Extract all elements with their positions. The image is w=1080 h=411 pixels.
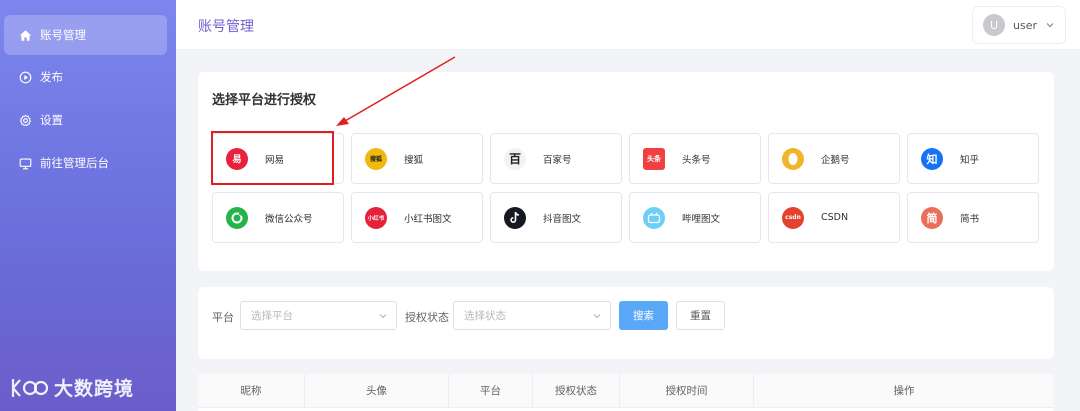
platform-xiaohongshu[interactable]: 小红书 小红书图文 xyxy=(351,192,483,243)
platform-csdn[interactable]: csdn CSDN xyxy=(768,192,900,243)
platform-select[interactable]: 选择平台 xyxy=(240,301,397,330)
sidebar-item-label: 发布 xyxy=(40,70,63,84)
sidebar-item-account-management[interactable]: 账号管理 xyxy=(4,15,167,55)
platform-douyin[interactable]: 抖音图文 xyxy=(490,192,622,243)
column-header-auth-status: 授权状态 xyxy=(533,374,620,407)
platform-label: 小红书图文 xyxy=(404,213,452,225)
column-header-auth-time: 授权时间 xyxy=(620,374,754,407)
sidebar: 账号管理 发布 设置 前往管理后台 大数跨境 xyxy=(0,0,176,411)
sidebar-item-settings[interactable]: 设置 xyxy=(4,100,167,140)
header: 账号管理 U user xyxy=(176,0,1080,50)
chevron-down-icon xyxy=(379,314,387,319)
gear-icon xyxy=(18,113,32,127)
home-icon xyxy=(18,28,32,42)
platform-label: 微信公众号 xyxy=(265,213,313,225)
platform-label: 网易 xyxy=(265,154,285,166)
platform-sohu[interactable]: 搜狐 搜狐 xyxy=(351,133,483,184)
platform-jianshu[interactable]: 简 简书 xyxy=(907,192,1039,243)
platform-qiehao[interactable]: 企鹅号 xyxy=(768,133,900,184)
platform-wechat-mp[interactable]: 微信公众号 xyxy=(212,192,344,243)
platform-label: 百家号 xyxy=(543,154,572,166)
platform-label: 搜狐 xyxy=(404,154,424,166)
chevron-down-icon xyxy=(1046,23,1054,28)
column-header-platform: 平台 xyxy=(449,374,533,407)
column-header-actions: 操作 xyxy=(754,374,1054,407)
sidebar-item-label: 账号管理 xyxy=(40,28,86,42)
netease-icon: 易 xyxy=(226,147,248,170)
platform-label: 简书 xyxy=(960,213,980,225)
avatar: U xyxy=(983,14,1005,36)
platform-toutiao[interactable]: 头条 头条号 xyxy=(629,133,761,184)
sidebar-item-admin[interactable]: 前往管理后台 xyxy=(4,143,167,183)
page-title: 账号管理 xyxy=(198,19,254,35)
zhihu-icon: 知 xyxy=(921,147,943,170)
platform-netease[interactable]: 易 网易 xyxy=(212,133,344,184)
chevron-down-icon xyxy=(593,314,601,319)
platform-label: 哔哩图文 xyxy=(682,213,721,225)
penguin-icon xyxy=(782,147,804,170)
platform-label: 企鹅号 xyxy=(821,154,850,166)
search-button[interactable]: 搜索 xyxy=(619,301,668,330)
toutiao-icon: 头条 xyxy=(643,147,665,170)
wechat-mp-icon xyxy=(226,206,248,229)
user-menu[interactable]: U user xyxy=(972,6,1066,44)
sidebar-item-label: 设置 xyxy=(40,113,63,127)
platform-selection-card: 选择平台进行授权 易 网易 搜狐 搜狐 百 百家号 头条 头条号 企鹅号 知 知… xyxy=(198,72,1054,271)
platform-bilibili[interactable]: 哔哩图文 xyxy=(629,192,761,243)
baijiahao-icon: 百 xyxy=(504,147,526,170)
jianshu-icon: 简 xyxy=(921,206,943,229)
play-circle-icon xyxy=(18,70,32,84)
reset-button[interactable]: 重置 xyxy=(676,301,725,330)
platform-label: CSDN xyxy=(821,212,849,223)
sidebar-item-label: 前往管理后台 xyxy=(40,156,109,170)
platform-label: 抖音图文 xyxy=(543,213,582,225)
platform-select-placeholder: 选择平台 xyxy=(251,310,293,322)
douyin-icon xyxy=(504,206,526,229)
csdn-icon: csdn xyxy=(782,206,804,229)
monitor-icon xyxy=(18,156,32,170)
status-filter-label: 授权状态 xyxy=(405,311,449,324)
platform-zhihu[interactable]: 知 知乎 xyxy=(907,133,1039,184)
column-header-nickname: 昵称 xyxy=(198,374,305,407)
table-divider xyxy=(198,407,1054,408)
status-select-placeholder: 选择状态 xyxy=(464,310,506,322)
column-header-avatar: 头像 xyxy=(305,374,449,407)
accounts-table: 昵称 头像 平台 授权状态 授权时间 操作 xyxy=(198,374,1054,411)
sidebar-item-publish[interactable]: 发布 xyxy=(4,57,167,97)
platform-label: 知乎 xyxy=(960,154,980,166)
platform-filter-label: 平台 xyxy=(212,311,234,324)
watermark-text: 大数跨境 xyxy=(54,378,135,400)
platform-baijiahao[interactable]: 百 百家号 xyxy=(490,133,622,184)
user-name: user xyxy=(1013,18,1037,32)
status-select[interactable]: 选择状态 xyxy=(453,301,611,330)
section-title: 选择平台进行授权 xyxy=(212,93,317,108)
filter-card: 平台 选择平台 授权状态 选择状态 搜索 重置 xyxy=(198,287,1054,359)
watermark-icon xyxy=(11,378,48,397)
xiaohongshu-icon: 小红书 xyxy=(365,206,387,229)
watermark-logo: 大数跨境 xyxy=(10,374,134,401)
bilibili-icon xyxy=(643,206,665,229)
platform-label: 头条号 xyxy=(682,154,711,166)
sohu-icon: 搜狐 xyxy=(365,147,387,170)
